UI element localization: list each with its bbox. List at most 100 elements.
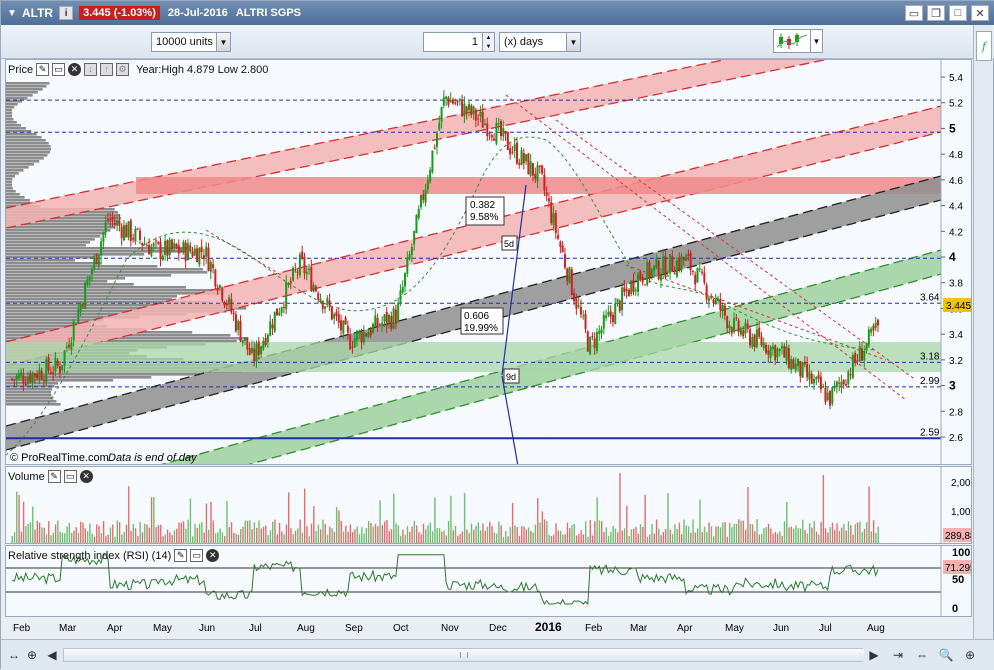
rsi-tick: 0 [952, 603, 958, 615]
time-label-text: 5d [504, 239, 514, 249]
time-label-text: 9d [506, 372, 516, 382]
price-tick: 4 [949, 250, 956, 264]
price-tick: 4.8 [949, 150, 963, 161]
scroll-right-end-icon[interactable]: ⇥ [889, 646, 907, 664]
close-icon[interactable]: ✕ [68, 63, 82, 76]
price-axis: 5.45.254.84.64.44.243.83.63.43.232.82.6 [941, 73, 963, 444]
stepper-up-icon[interactable]: ▲ [483, 33, 494, 42]
date-label: 28-Jul-2016 [167, 7, 228, 19]
last-price-marker: 3.445 [943, 298, 971, 312]
level-label: 2.59 [920, 427, 940, 438]
time-axis-label: Mar [59, 623, 77, 634]
time-label-9d[interactable]: 9d [503, 368, 520, 384]
credit-note: Data is end of day [108, 452, 198, 464]
bottom-bar: ↔ ⊕ ◀ ▶ ⇥ ⇔ 🔍 ⊕ [1, 639, 994, 670]
volume-chart[interactable]: 2,000k 1,000k 289,881 [6, 467, 972, 544]
scroll-right-icon[interactable]: ▶ [865, 646, 883, 664]
volume-tick: 1,000k [951, 507, 972, 518]
indicator-function-icon[interactable]: f [976, 31, 992, 61]
settings-icon[interactable]: ⚙ [116, 63, 130, 76]
volume-last: 289,881 [945, 531, 972, 542]
restore-button[interactable]: ❐ [927, 5, 945, 21]
price-tick: 5 [949, 121, 956, 135]
chevron-down-icon[interactable]: ▼ [810, 30, 822, 52]
period-stepper[interactable]: 1 ▲ ▼ [423, 32, 495, 52]
time-axis-label: Dec [489, 623, 507, 634]
zoom-in-icon[interactable]: ⊕ [961, 646, 979, 664]
time-axis-label: Apr [677, 623, 693, 634]
level-label: 3.64 [920, 292, 940, 303]
price-tick: 3.2 [949, 356, 963, 367]
time-axis-label: Jul [819, 623, 832, 634]
info-icon[interactable]: i [59, 6, 74, 20]
units-value: 10000 units [156, 36, 213, 48]
window-icon[interactable]: ▭ [52, 63, 66, 76]
wrench-icon[interactable]: ✎ [36, 63, 50, 76]
volume-tick: 2,000k [951, 478, 972, 489]
level-label: 2.99 [920, 376, 940, 387]
horizontal-scrollbar[interactable] [63, 648, 864, 662]
fib-ratio: 0.606 [464, 311, 489, 322]
scroll-left-icon[interactable]: ◀ [43, 646, 61, 664]
wrench-icon[interactable]: ✎ [174, 549, 188, 562]
fib-box-1[interactable]: 0.382 9.58% [465, 196, 505, 226]
symbol[interactable]: ALTR [22, 6, 53, 20]
price-tick: 4.2 [949, 227, 963, 238]
rsi-tick: 50 [952, 574, 964, 586]
close-icon[interactable]: ✕ [206, 549, 220, 562]
right-toolbar: f [973, 25, 993, 645]
price-tick: 5.2 [949, 99, 963, 110]
period-unit-select[interactable]: (x) days ▼ [499, 32, 581, 52]
window-icon[interactable]: ▭ [63, 470, 77, 483]
wrench-icon[interactable]: ✎ [47, 470, 61, 483]
maximize-button[interactable]: □ [949, 5, 967, 21]
time-axis: Feb Mar Apr May Jun Jul Aug Sep Oct Nov Dec 2016 Feb… [13, 620, 885, 634]
stepper-down-icon[interactable]: ▼ [483, 42, 494, 51]
panel-title: Relative strength index (RSI) (14) [8, 549, 172, 562]
window-icon[interactable]: ▭ [190, 549, 204, 562]
move-down-icon[interactable]: ↓ [84, 63, 98, 76]
time-axis-label: Nov [441, 623, 459, 634]
fib-percent: 19.99% [464, 323, 498, 334]
shrink-icon[interactable]: ⇔ [913, 646, 931, 664]
scroll-left-end-icon[interactable]: ↔ [5, 646, 23, 664]
chart-window: ▼ ALTR i 3.445 (-1.03%) 28-Jul-2016 ALTR… [0, 0, 994, 670]
fib-box-2[interactable]: 0.606 19.99% [460, 307, 504, 335]
chevron-down-icon[interactable]: ▼ [566, 33, 580, 51]
scroll-thumb[interactable] [64, 649, 864, 661]
chevron-down-icon[interactable]: ▼ [216, 33, 230, 51]
zoom-icon[interactable]: ⊕ [23, 646, 41, 664]
period-value: 1 [471, 36, 478, 48]
period-unit-value: (x) days [504, 36, 544, 48]
close-button[interactable]: ✕ [971, 5, 989, 21]
time-axis-label: Feb [13, 623, 31, 634]
time-axis-label: Aug [867, 623, 885, 634]
zoom-out-icon[interactable]: 🔍 [937, 646, 955, 664]
time-axis-label: 2016 [535, 620, 562, 634]
time-axis-label: Aug [297, 623, 315, 634]
price-tick: 3.8 [949, 279, 963, 290]
time-axis-label: Sep [345, 623, 363, 634]
volume-panel-header: Volume ✎ ▭ ✕ [8, 469, 93, 484]
units-select[interactable]: 10000 units ▼ [151, 32, 231, 52]
price-chart[interactable]: 0.382 9.58% 0.606 19.99% 5d 9d 5.4 5.2 5 4.… [6, 60, 972, 465]
price-change-badge: 3.445 (-1.03%) [79, 6, 160, 20]
panel-title: Price [8, 63, 34, 76]
price-panel: Price ✎ ▭ ✕ ↓ ↑ ⚙ Year:High 4.879 Low 2.… [5, 59, 972, 465]
price-tick: 3.4 [949, 330, 963, 341]
rsi-tick: 100 [952, 547, 970, 559]
time-label-5d[interactable]: 5d [501, 235, 518, 251]
price-tick: 3 [949, 379, 956, 393]
price-panel-header: Price ✎ ▭ ✕ ↓ ↑ ⚙ Year:High 4.879 Low 2.… [8, 62, 268, 77]
rsi-last: 71.295 [945, 563, 972, 574]
chevron-down-icon[interactable]: ▼ [5, 6, 19, 20]
time-axis-label: Jun [199, 623, 215, 634]
fib-percent: 9.58% [470, 212, 498, 223]
close-icon[interactable]: ✕ [79, 470, 93, 483]
panel-title: Volume [8, 470, 45, 483]
chart-type-select[interactable]: ▼ [773, 29, 823, 53]
minimize-button[interactable]: ▭ [905, 5, 923, 21]
price-tick: 5.4 [949, 73, 963, 84]
move-up-icon[interactable]: ↑ [100, 63, 114, 76]
credit-text: © ProRealTime.com [10, 452, 109, 464]
